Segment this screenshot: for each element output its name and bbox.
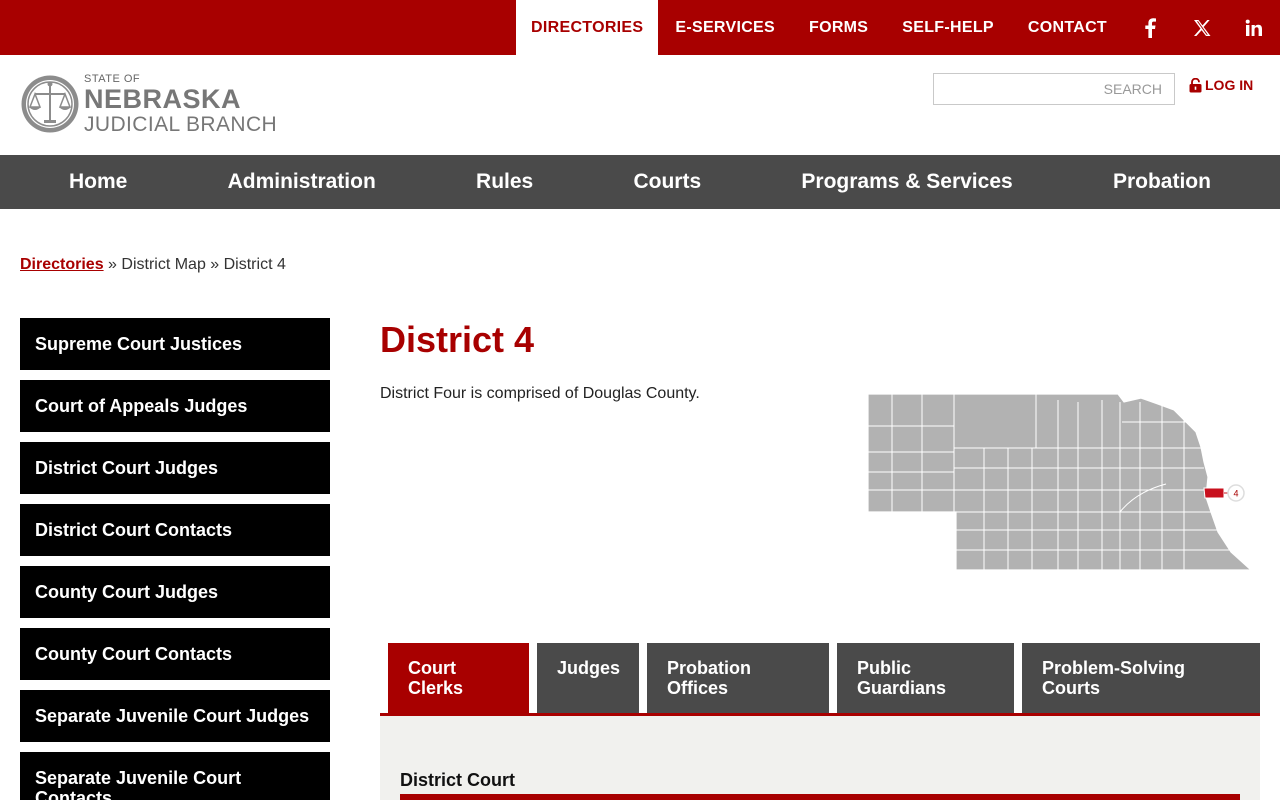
login-label: LOG IN [1205,77,1254,93]
sidebar-nav: Supreme Court Justices Court of Appeals … [20,318,330,800]
nav-probation[interactable]: Probation [1113,170,1211,194]
district-marker-label: 4 [1233,489,1238,499]
top-nav-self-help[interactable]: SELF-HELP [885,0,1011,55]
directory-tabs: Court Clerks Judges Probation Offices Pu… [380,643,1260,713]
top-utility-bar: DIRECTORIES E-SERVICES FORMS SELF-HELP C… [0,0,1280,55]
tab-panel: District Court [380,716,1260,800]
nav-programs-services[interactable]: Programs & Services [801,170,1012,194]
breadcrumb-directories-link[interactable]: Directories [20,256,104,273]
nav-rules[interactable]: Rules [476,170,533,194]
district-map[interactable]: 4 [866,392,1256,574]
sidebar-item-district-court-judges[interactable]: District Court Judges [20,442,330,494]
search-input[interactable] [933,73,1175,105]
top-nav-e-services[interactable]: E-SERVICES [658,0,792,55]
nebraska-seal-icon [21,75,79,133]
top-nav-contact[interactable]: CONTACT [1011,0,1124,55]
nav-home[interactable]: Home [69,170,127,194]
sidebar-item-district-court-contacts[interactable]: District Court Contacts [20,504,330,556]
tab-problem-solving-courts[interactable]: Problem-Solving Courts [1022,643,1260,713]
x-icon[interactable] [1176,0,1228,55]
page-title: District 4 [380,319,535,360]
tab-judges[interactable]: Judges [537,643,639,713]
sidebar-item-separate-juvenile-court-judges[interactable]: Separate Juvenile Court Judges [20,690,330,742]
sidebar-item-county-court-contacts[interactable]: County Court Contacts [20,628,330,680]
tab-probation-offices[interactable]: Probation Offices [647,643,829,713]
facebook-icon[interactable] [1124,0,1176,55]
login-link[interactable]: LOG IN [1189,77,1253,93]
breadcrumb: Directories » District Map » District 4 [20,256,286,274]
tab-public-guardians[interactable]: Public Guardians [837,643,1014,713]
logo-nebraska: NEBRASKA [84,83,242,114]
nebraska-counties [867,393,1253,571]
sidebar-item-court-of-appeals-judges[interactable]: Court of Appeals Judges [20,380,330,432]
nav-administration[interactable]: Administration [228,170,376,194]
main-nav: Home Administration Rules Courts Program… [0,155,1280,209]
top-nav-directories[interactable]: DIRECTORIES [516,0,659,55]
district-description: District Four is comprised of Douglas Co… [380,385,700,402]
logo-state-of: STATE OF [84,72,141,85]
top-nav-forms[interactable]: FORMS [792,0,885,55]
logo-judicial-branch: JUDICIAL BRANCH [84,112,278,136]
breadcrumb-trail: » District Map » District 4 [103,256,286,273]
linkedin-icon[interactable] [1228,0,1280,55]
sidebar-item-county-court-judges[interactable]: County Court Judges [20,566,330,618]
douglas-county-highlight[interactable] [1203,487,1225,499]
panel-header-bar [400,794,1240,800]
tab-court-clerks[interactable]: Court Clerks [388,643,529,713]
site-logo[interactable]: STATE OF NEBRASKA JUDICIAL BRANCH [20,72,280,136]
lock-icon [1189,77,1202,92]
top-nav: DIRECTORIES E-SERVICES FORMS SELF-HELP C… [516,0,1280,55]
sidebar-item-separate-juvenile-court-contacts[interactable]: Separate Juvenile Court Contacts [20,752,330,800]
nav-courts[interactable]: Courts [633,170,701,194]
panel-heading: District Court [400,770,516,790]
sidebar-item-supreme-court-justices[interactable]: Supreme Court Justices [20,318,330,370]
